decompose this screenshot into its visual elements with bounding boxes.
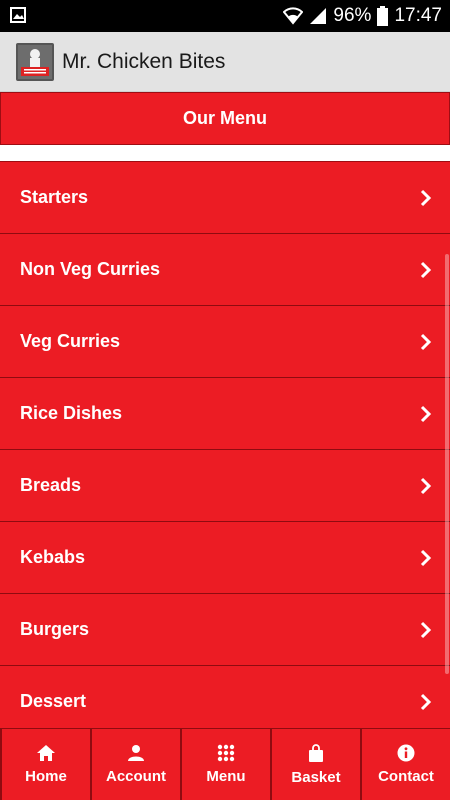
menu-item-label: Dessert <box>20 691 87 711</box>
menu-category-list: Starters Non Veg Curries Veg Curries Ric… <box>0 162 450 728</box>
divider <box>0 145 450 162</box>
chevron-right-icon <box>420 477 432 494</box>
nav-menu-label: Menu <box>206 768 246 785</box>
menu-item-label: Kebabs <box>20 547 86 567</box>
app-title: Mr. Chicken Bites <box>62 49 226 73</box>
menu-header: Our Menu <box>0 92 450 145</box>
app-bar: Mr. Chicken Bites <box>0 32 450 92</box>
menu-item-rice-dishes[interactable]: Rice Dishes <box>0 378 450 450</box>
nav-menu-button[interactable]: Menu <box>180 729 270 800</box>
nav-contact-label: Contact <box>378 768 434 785</box>
chevron-right-icon <box>420 549 432 566</box>
clock: 17:47 <box>394 5 442 26</box>
user-icon <box>128 745 144 761</box>
nav-home-label: Home <box>25 768 67 785</box>
nav-basket-label: Basket <box>291 768 341 786</box>
status-right: 96% 17:47 <box>283 0 442 32</box>
chevron-right-icon <box>420 189 432 206</box>
menu-item-veg-curries[interactable]: Veg Curries <box>0 306 450 378</box>
chevron-right-icon <box>420 261 432 278</box>
menu-item-non-veg-curries[interactable]: Non Veg Curries <box>0 234 450 306</box>
menu-item-label: Breads <box>20 475 82 495</box>
basket-icon <box>309 743 323 762</box>
menu-item-label: Burgers <box>20 619 90 639</box>
nav-account-label: Account <box>106 768 166 785</box>
menu-item-kebabs[interactable]: Kebabs <box>0 522 450 594</box>
menu-item-dessert[interactable]: Dessert <box>0 666 450 728</box>
menu-item-label: Starters <box>20 187 89 207</box>
menu-header-title: Our Menu <box>183 108 267 128</box>
nav-basket-button[interactable]: Basket <box>270 729 360 800</box>
menu-item-label: Veg Curries <box>20 331 121 351</box>
battery-icon <box>377 6 389 26</box>
menu-item-starters[interactable]: Starters <box>0 162 450 234</box>
chevron-right-icon <box>420 621 432 638</box>
home-icon <box>37 745 55 761</box>
battery-percent: 96% <box>333 5 372 26</box>
scrollbar[interactable] <box>445 254 449 674</box>
chevron-right-icon <box>420 405 432 422</box>
bottom-nav: Home Account Menu Basket Contact <box>0 728 450 800</box>
menu-item-label: Non Veg Curries <box>20 259 161 279</box>
gallery-notification-icon <box>10 7 26 23</box>
chevron-right-icon <box>420 693 432 710</box>
menu-item-breads[interactable]: Breads <box>0 450 450 522</box>
info-icon <box>397 744 415 762</box>
chevron-right-icon <box>420 333 432 350</box>
nav-home-button[interactable]: Home <box>0 729 90 800</box>
signal-icon <box>309 7 327 25</box>
wifi-icon <box>283 7 304 25</box>
menu-item-burgers[interactable]: Burgers <box>0 594 450 666</box>
menu-item-label: Rice Dishes <box>20 403 123 423</box>
nav-contact-button[interactable]: Contact <box>360 729 450 800</box>
status-bar: 96% 17:47 <box>0 0 450 32</box>
app-logo <box>16 42 54 81</box>
nav-account-button[interactable]: Account <box>90 729 180 800</box>
grid-icon <box>217 744 235 762</box>
